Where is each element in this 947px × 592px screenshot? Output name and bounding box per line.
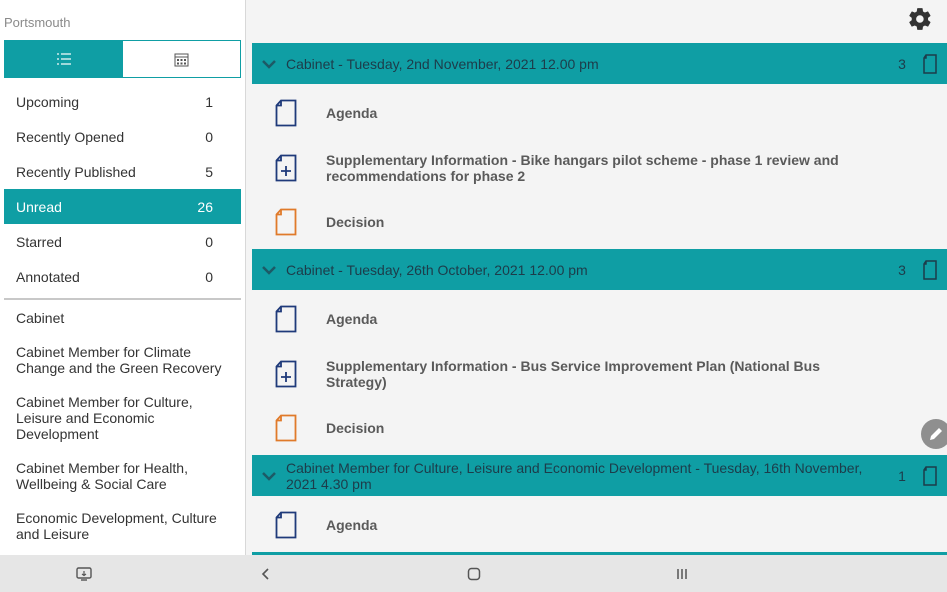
meeting-header[interactable]: Cabinet - Tuesday, 2nd November, 2021 12… — [252, 43, 947, 84]
document-row-supplementary[interactable]: Supplementary Information - Bus Service … — [252, 346, 947, 402]
document-row-decision[interactable]: Decision — [252, 196, 947, 248]
committee-list: Cabinet Cabinet Member for Climate Chang… — [4, 302, 241, 550]
filter-starred[interactable]: Starred 0 — [4, 224, 241, 259]
committee-item[interactable]: Cabinet — [4, 302, 241, 334]
document-row-agenda[interactable]: Agenda — [252, 498, 947, 552]
filter-count: 0 — [205, 128, 213, 145]
document-label: Supplementary Information - Bike hangars… — [326, 152, 839, 184]
sidebar: Portsmouth Upcoming 1 Recently Opened 0 … — [0, 0, 246, 555]
meetings-panel: Cabinet - Tuesday, 2nd November, 2021 12… — [247, 0, 947, 555]
pencil-icon — [930, 428, 942, 440]
filter-count: 5 — [205, 163, 213, 180]
chevron-down-icon — [262, 265, 276, 275]
committee-item[interactable]: Cabinet Member for Health, Wellbeing & S… — [4, 450, 241, 500]
org-name: Portsmouth — [4, 15, 71, 30]
filter-recently-published[interactable]: Recently Published 5 — [4, 154, 241, 189]
meeting-header[interactable]: Cabinet - Tuesday, 26th October, 2021 12… — [252, 249, 947, 290]
document-row-decision[interactable]: Decision — [252, 402, 947, 454]
sidebar-divider — [4, 298, 241, 300]
back-button[interactable] — [256, 564, 276, 584]
document-label: Decision — [326, 420, 385, 436]
documents-icon — [923, 259, 937, 280]
filter-label: Recently Published — [16, 163, 136, 180]
recent-apps-icon — [677, 569, 687, 579]
calendar-icon — [174, 53, 189, 66]
filter-upcoming[interactable]: Upcoming 1 — [4, 84, 241, 119]
document-icon — [275, 511, 297, 539]
document-icon — [275, 305, 297, 333]
screen-cast-icon — [76, 567, 92, 581]
meeting-doc-count: 3 — [898, 261, 906, 278]
filter-list: Upcoming 1 Recently Opened 0 Recently Pu… — [4, 84, 241, 294]
document-label: Decision — [326, 214, 385, 230]
filter-count: 0 — [205, 233, 213, 250]
filter-count: 1 — [205, 93, 213, 110]
home-button[interactable] — [464, 564, 484, 584]
meeting-title: Cabinet - Tuesday, 2nd November, 2021 12… — [286, 55, 599, 72]
app-window: Portsmouth Upcoming 1 Recently Opened 0 … — [0, 0, 947, 592]
meeting-title: Cabinet Member for Culture, Leisure and … — [286, 459, 863, 492]
documents-icon — [923, 53, 937, 74]
decision-document-icon — [275, 208, 297, 236]
calendar-view-button[interactable] — [123, 41, 241, 77]
documents-icon — [923, 465, 937, 486]
settings-gear-icon[interactable] — [907, 6, 933, 32]
document-label: Agenda — [326, 105, 378, 121]
filter-count: 26 — [197, 198, 213, 215]
meeting-header[interactable]: Cabinet Member for Culture, Leisure and … — [252, 455, 947, 496]
recent-apps-button[interactable] — [672, 564, 692, 584]
filter-unread[interactable]: Unread 26 — [4, 189, 241, 224]
committee-item[interactable]: Economic Development, Culture and Leisur… — [4, 500, 241, 550]
filter-count: 0 — [205, 268, 213, 285]
chevron-down-icon — [262, 59, 276, 69]
home-icon — [467, 567, 481, 581]
document-plus-icon — [275, 154, 297, 182]
list-icon — [56, 53, 71, 65]
document-icon — [275, 99, 297, 127]
document-row-agenda[interactable]: Agenda — [252, 292, 947, 346]
filter-recently-opened[interactable]: Recently Opened 0 — [4, 119, 241, 154]
document-label: Agenda — [326, 311, 378, 327]
meeting-title: Cabinet - Tuesday, 26th October, 2021 12… — [286, 261, 588, 278]
committee-item[interactable]: Cabinet Member for Culture, Leisure and … — [4, 384, 241, 450]
list-view-button[interactable] — [5, 41, 123, 77]
decision-document-icon — [275, 414, 297, 442]
filter-label: Upcoming — [16, 93, 80, 110]
screen-cast-button[interactable] — [74, 564, 94, 584]
back-chevron-icon — [261, 568, 269, 580]
filter-label: Unread — [16, 198, 62, 215]
view-toggle — [4, 40, 241, 78]
chevron-down-icon — [262, 471, 276, 481]
filter-annotated[interactable]: Annotated 0 — [4, 259, 241, 294]
document-label: Supplementary Information - Bus Service … — [326, 358, 820, 390]
filter-label: Starred — [16, 233, 62, 250]
annotate-button[interactable] — [921, 419, 947, 449]
document-row-supplementary[interactable]: Supplementary Information - Bike hangars… — [252, 140, 947, 196]
filter-label: Recently Opened — [16, 128, 125, 145]
filter-label: Annotated — [16, 268, 80, 285]
document-label: Agenda — [326, 517, 378, 533]
meeting-doc-count: 1 — [898, 467, 906, 484]
document-row-agenda[interactable]: Agenda — [252, 86, 947, 140]
document-plus-icon — [275, 360, 297, 388]
committee-item[interactable]: Cabinet Member for Climate Change and th… — [4, 334, 241, 384]
system-nav-bar — [0, 555, 947, 592]
meeting-doc-count: 3 — [898, 55, 906, 72]
